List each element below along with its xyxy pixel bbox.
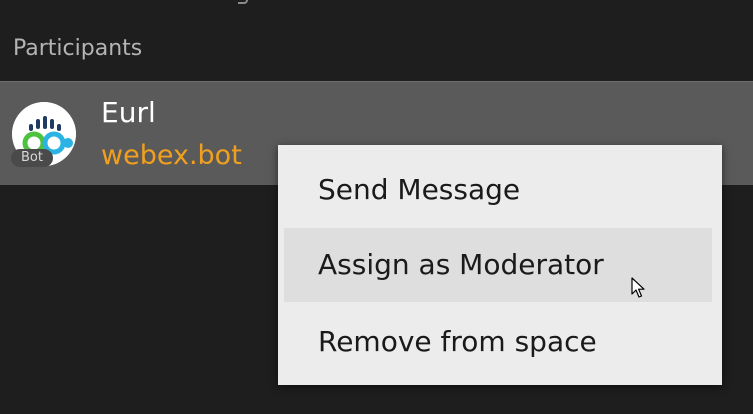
remove-from-space-menu-item[interactable]: Remove from space [284,305,712,379]
participant-email: webex.bot [101,140,242,171]
bot-badge: Bot [11,149,53,167]
section-title: Participants [13,36,143,61]
send-message-menu-item[interactable]: Send Message [284,153,712,227]
cropped-text-fragment [238,0,248,4]
participants-panel: Participants Bot Eurl webex.bot Send Mes… [0,0,753,414]
top-edge [0,0,753,2]
participant-name: Eurl [101,96,156,129]
participant-context-menu: Send Message Assign as Moderator Remove … [278,145,722,385]
assign-moderator-menu-item[interactable]: Assign as Moderator [284,228,712,302]
mouse-pointer-icon [631,277,645,303]
